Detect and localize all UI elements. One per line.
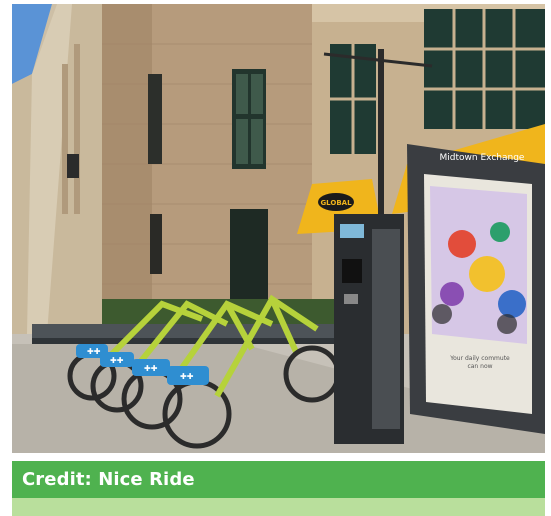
caption-bar: Credit: Nice Ride bbox=[12, 461, 545, 498]
photo-illustration: GLOBAL ✚✚ ✚✚ ✚✚ ✚✚ Midtown Exchange Your… bbox=[12, 4, 545, 453]
caption-footer-bar bbox=[12, 498, 545, 516]
payment-kiosk bbox=[334, 214, 404, 444]
awning-logo-text: GLOBAL bbox=[320, 199, 352, 207]
svg-text:✚✚: ✚✚ bbox=[180, 372, 194, 381]
bike-share-photo: GLOBAL ✚✚ ✚✚ ✚✚ ✚✚ Midtown Exchange Your… bbox=[12, 4, 545, 453]
display-header-text: Midtown Exchange bbox=[440, 153, 525, 163]
svg-text:✚✚: ✚✚ bbox=[87, 347, 101, 356]
svg-text:✚✚: ✚✚ bbox=[110, 356, 124, 365]
svg-text:✚✚: ✚✚ bbox=[144, 364, 158, 373]
image-card: GLOBAL ✚✚ ✚✚ ✚✚ ✚✚ Midtown Exchange Your… bbox=[12, 4, 545, 516]
ad-display: Midtown Exchange Your daily commute can … bbox=[407, 144, 545, 434]
poster-line-1: Your daily commute bbox=[449, 355, 510, 362]
poster-line-2: can now bbox=[467, 363, 492, 370]
photo-credit: Credit: Nice Ride bbox=[22, 469, 195, 490]
